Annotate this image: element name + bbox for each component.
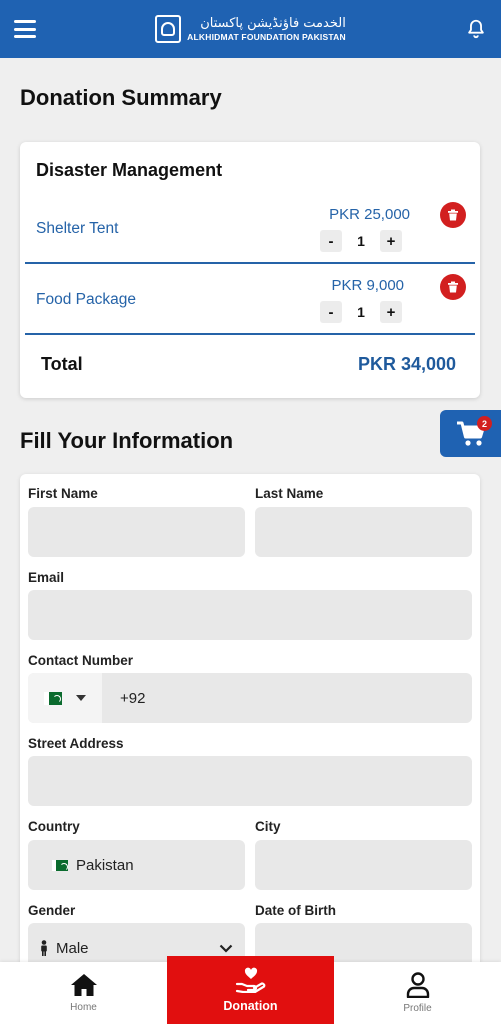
street-address-label: Street Address [28,736,124,751]
summary-card: Disaster Management Shelter Tent PKR 25,… [20,142,480,398]
male-person-icon [41,940,47,956]
nav-profile-label: Profile [403,1003,432,1014]
country-select[interactable]: Pakistan [28,840,245,890]
nav-donation-label: Donation [223,999,278,1013]
chevron-down-icon [76,695,86,701]
first-name-label: First Name [28,486,98,501]
city-input[interactable] [255,840,472,890]
information-form: First Name Last Name Email Contact Numbe… [20,474,480,974]
increment-button[interactable]: + [380,301,402,323]
nav-home[interactable]: Home [0,962,167,1024]
item-name: Shelter Tent [36,220,119,237]
app-header: الخدمت فاؤنڈیشن پاکستان ALKHIDMAT FOUNDA… [0,0,501,58]
quantity-stepper: - 1 + [320,230,402,252]
nav-donation[interactable]: Donation [167,956,334,1024]
nav-profile[interactable]: Profile [334,962,501,1024]
item-divider [25,262,475,264]
nav-home-label: Home [70,1002,97,1013]
profile-icon [406,972,429,998]
email-label: Email [28,570,65,585]
first-name-input[interactable] [28,507,245,557]
country-value: Pakistan [76,856,134,874]
quantity-value: 1 [357,304,365,320]
pakistan-flag-icon [44,691,62,705]
contact-label: Contact Number [28,653,134,668]
category-title: Disaster Management [36,160,223,180]
donation-summary-title: Donation Summary [20,85,222,110]
cart-count-badge: 2 [477,416,492,431]
country-code-dropdown[interactable] [28,673,102,723]
brand-english-text: ALKHIDMAT FOUNDATION PAKISTAN [187,32,346,42]
item-divider [25,333,475,335]
gender-value: Male [56,939,89,957]
last-name-input[interactable] [255,507,472,557]
menu-icon[interactable] [14,20,36,38]
street-address-input[interactable] [28,756,472,806]
form-title: Fill Your Information [20,428,234,453]
trash-icon[interactable] [440,274,466,300]
item-price: PKR 9,000 [331,277,404,294]
pakistan-flag-icon [52,859,68,871]
country-label: Country [28,819,80,834]
donation-hand-heart-icon [235,967,265,993]
email-input[interactable] [28,590,472,640]
phone-code[interactable]: +92 [120,690,145,707]
bell-icon[interactable] [465,18,487,40]
brand-urdu-text: الخدمت فاؤنڈیشن پاکستان [200,16,346,31]
decrement-button[interactable]: - [320,301,342,323]
quantity-stepper: - 1 + [320,301,402,323]
total-label: Total [41,354,83,374]
home-icon [70,974,97,996]
item-name: Food Package [36,291,136,308]
total-value: PKR 34,000 [357,354,456,374]
foundation-logo-icon [155,15,182,43]
dob-label: Date of Birth [255,903,336,918]
cart-button[interactable]: 2 [440,410,501,457]
decrement-button[interactable]: - [320,230,342,252]
chevron-down-icon [219,944,233,953]
contact-number-field: +92 [28,673,472,723]
brand-logo: الخدمت فاؤنڈیشن پاکستان ALKHIDMAT FOUNDA… [155,15,346,43]
city-label: City [255,819,281,834]
gender-label: Gender [28,903,76,918]
quantity-value: 1 [357,233,365,249]
trash-icon[interactable] [440,202,466,228]
item-price: PKR 25,000 [329,206,410,223]
last-name-label: Last Name [255,486,324,501]
increment-button[interactable]: + [380,230,402,252]
